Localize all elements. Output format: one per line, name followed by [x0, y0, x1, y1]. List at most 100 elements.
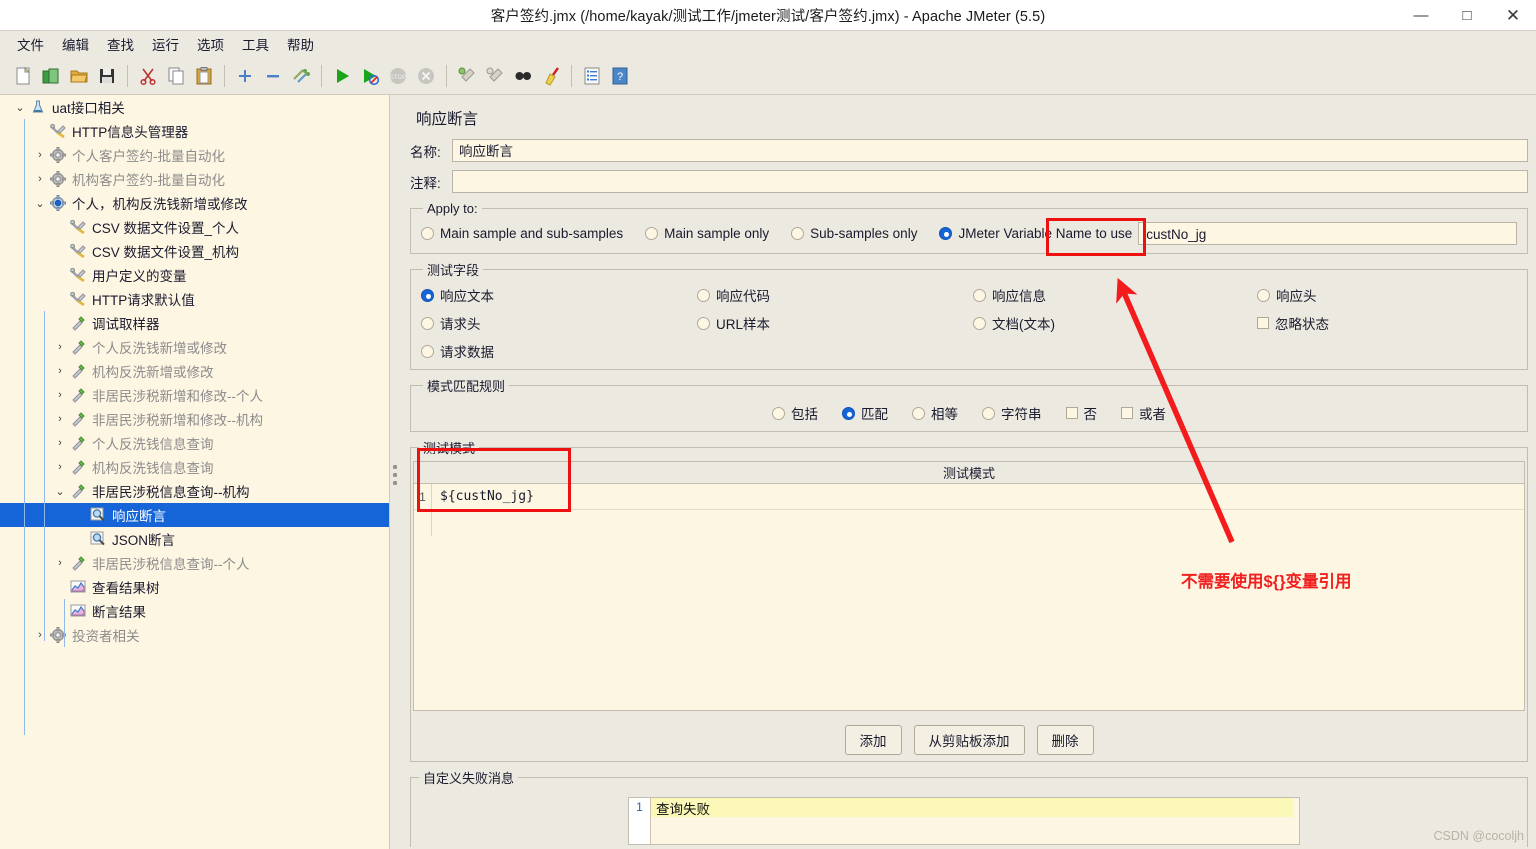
radio-response-headers[interactable]: 响应头: [1257, 285, 1517, 305]
name-input[interactable]: 响应断言: [452, 139, 1528, 162]
radio-sub-samples-only[interactable]: Sub-samples only: [791, 226, 917, 241]
checkbox-ignore-status[interactable]: 忽略状态: [1257, 313, 1517, 333]
tree-toggle-icon[interactable]: ›: [32, 173, 48, 185]
tree-toggle-icon[interactable]: ›: [32, 149, 48, 161]
open-icon[interactable]: [66, 63, 92, 89]
tree-node-12[interactable]: › 非居民涉税新增和修改--个人: [0, 383, 389, 407]
tree-node-19[interactable]: › 非居民涉税信息查询--个人: [0, 551, 389, 575]
help-icon[interactable]: ?: [607, 63, 633, 89]
tree-node-18[interactable]: JSON断言: [0, 527, 389, 551]
radio-jmeter-variable-name[interactable]: JMeter Variable Name to use: [939, 226, 1132, 241]
templates-icon[interactable]: [38, 63, 64, 89]
tree-node-11[interactable]: › 机构反洗新增或修改: [0, 359, 389, 383]
row-value[interactable]: ${custNo_jg}: [432, 489, 534, 504]
close-button[interactable]: ✕: [1490, 0, 1536, 31]
shutdown-icon[interactable]: [413, 63, 439, 89]
cut-icon[interactable]: [135, 63, 161, 89]
radio-main-sample-and-sub-samples[interactable]: Main sample and sub-samples: [421, 226, 623, 241]
reset-search-icon[interactable]: [538, 63, 564, 89]
radio-response-message[interactable]: 响应信息: [973, 285, 1257, 305]
test-plan-tree[interactable]: ⌄ uat接口相关 HTTP信息头管理器 › 个人客户签约-批量自动化 › 机构客户签约-批…: [0, 95, 390, 849]
failure-text-body[interactable]: 查询失败: [651, 798, 1299, 844]
menu-search[interactable]: 查找: [98, 31, 143, 57]
menu-tools[interactable]: 工具: [233, 31, 278, 57]
tree-node-1[interactable]: HTTP信息头管理器: [0, 119, 389, 143]
add-button[interactable]: 添加: [844, 725, 902, 755]
menu-run[interactable]: 运行: [143, 31, 188, 57]
comment-input[interactable]: [452, 170, 1528, 193]
tree-toggle-icon[interactable]: ⌄: [52, 485, 68, 498]
radio-response-code[interactable]: 响应代码: [697, 285, 973, 305]
failure-scrollbar[interactable]: [1293, 798, 1299, 844]
radio-request-headers[interactable]: 请求头: [421, 313, 697, 333]
radio-document-text[interactable]: 文档(文本): [973, 313, 1257, 333]
tree-toggle-icon[interactable]: ›: [52, 437, 68, 449]
collapse-icon[interactable]: [260, 63, 286, 89]
test-patterns-table[interactable]: 测试模式 1 ${custNo_jg}: [413, 461, 1525, 711]
radio-matches[interactable]: 匹配: [842, 403, 888, 423]
start-no-pauses-icon[interactable]: [357, 63, 383, 89]
tree-node-4[interactable]: ⌄ 个人，机构反洗钱新增或修改: [0, 191, 389, 215]
tree-node-14[interactable]: › 个人反洗钱信息查询: [0, 431, 389, 455]
tree-node-2[interactable]: › 个人客户签约-批量自动化: [0, 143, 389, 167]
menu-edit[interactable]: 编辑: [53, 31, 98, 57]
clear-icon[interactable]: [454, 63, 480, 89]
panel-splitter[interactable]: [390, 95, 400, 849]
expand-icon[interactable]: [232, 63, 258, 89]
tree-toggle-icon[interactable]: ›: [52, 557, 68, 569]
radio-url-sample[interactable]: URL样本: [697, 313, 973, 333]
tree-node-13[interactable]: › 非居民涉税新增和修改--机构: [0, 407, 389, 431]
tree-node-17[interactable]: 响应断言: [0, 503, 389, 527]
add-from-clipboard-button[interactable]: 从剪贴板添加: [913, 725, 1025, 755]
tree-toggle-icon[interactable]: ›: [52, 341, 68, 353]
paste-icon[interactable]: [191, 63, 217, 89]
jmeter-variable-input[interactable]: custNo_jg: [1138, 222, 1517, 245]
radio-contains[interactable]: 包括: [772, 403, 818, 423]
tree-node-0[interactable]: ⌄ uat接口相关: [0, 95, 389, 119]
menu-options[interactable]: 选项: [188, 31, 233, 57]
tree-node-6[interactable]: CSV 数据文件设置_机构: [0, 239, 389, 263]
minimize-button[interactable]: —: [1398, 0, 1444, 31]
start-icon[interactable]: [329, 63, 355, 89]
tree-toggle-icon[interactable]: ›: [52, 413, 68, 425]
radio-request-data[interactable]: 请求数据: [421, 341, 697, 361]
tree-node-21[interactable]: 断言结果: [0, 599, 389, 623]
tree-node-5[interactable]: CSV 数据文件设置_个人: [0, 215, 389, 239]
tree-node-16[interactable]: ⌄ 非居民涉税信息查询--机构: [0, 479, 389, 503]
tree-node-22[interactable]: › 投资者相关: [0, 623, 389, 647]
tree-toggle-icon[interactable]: ›: [52, 389, 68, 401]
search-icon[interactable]: [510, 63, 536, 89]
delete-button[interactable]: 删除: [1036, 725, 1094, 755]
menu-help[interactable]: 帮助: [278, 31, 323, 57]
radio-response-text[interactable]: 响应文本: [421, 285, 697, 305]
radio-main-sample-only[interactable]: Main sample only: [645, 226, 769, 241]
tree-toggle-icon[interactable]: ⌄: [12, 101, 28, 114]
save-icon[interactable]: [94, 63, 120, 89]
tree-node-7[interactable]: 用户定义的变量: [0, 263, 389, 287]
failure-text-line[interactable]: 查询失败: [651, 798, 1299, 817]
radio-substring[interactable]: 字符串: [982, 403, 1042, 423]
checkbox-not[interactable]: 否: [1065, 403, 1097, 423]
tree-node-10[interactable]: › 个人反洗钱新增或修改: [0, 335, 389, 359]
tree-node-20[interactable]: 查看结果树: [0, 575, 389, 599]
tree-node-9[interactable]: 调试取样器: [0, 311, 389, 335]
tree-toggle-icon[interactable]: ⌄: [32, 197, 48, 210]
new-icon[interactable]: [10, 63, 36, 89]
tree-node-15[interactable]: › 机构反洗钱信息查询: [0, 455, 389, 479]
tree-node-8[interactable]: HTTP请求默认值: [0, 287, 389, 311]
custom-failure-editor[interactable]: 1 查询失败: [628, 797, 1300, 845]
tree-node-3[interactable]: › 机构客户签约-批量自动化: [0, 167, 389, 191]
copy-icon[interactable]: [163, 63, 189, 89]
stop-icon[interactable]: STOP: [385, 63, 411, 89]
clear-all-icon[interactable]: [482, 63, 508, 89]
tree-toggle-icon[interactable]: ›: [52, 461, 68, 473]
tree-toggle-icon[interactable]: ›: [52, 365, 68, 377]
table-row[interactable]: 1 ${custNo_jg}: [414, 484, 1524, 510]
tree-toggle-icon[interactable]: ›: [32, 629, 48, 641]
radio-equals[interactable]: 相等: [912, 403, 958, 423]
maximize-button[interactable]: □: [1444, 0, 1490, 31]
function-helper-icon[interactable]: [579, 63, 605, 89]
menu-file[interactable]: 文件: [8, 31, 53, 57]
toggle-icon[interactable]: [288, 63, 314, 89]
checkbox-or[interactable]: 或者: [1121, 403, 1166, 423]
